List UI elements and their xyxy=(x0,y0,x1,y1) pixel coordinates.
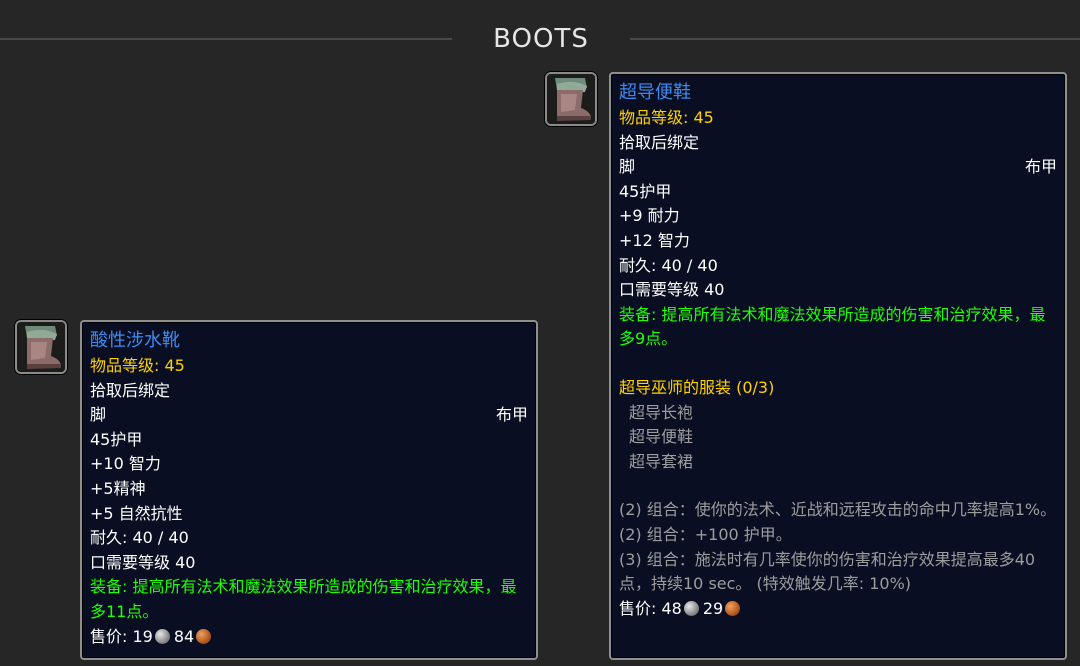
item-level: 物品等级: 45 xyxy=(619,108,714,127)
durability: 耐久: 40 / 40 xyxy=(619,255,718,275)
item-name[interactable]: 超导便鞋 xyxy=(619,80,1057,106)
item-tooltip: 酸性涉水靴 物品等级: 45 拾取后绑定 脚 布甲 45护甲 +10 智力 +5… xyxy=(80,320,538,660)
stat-line: +5 自然抗性 xyxy=(90,503,183,523)
set-piece[interactable]: 超导套裙 xyxy=(619,450,1057,475)
sell-price: 售价: 48 29 xyxy=(619,597,1057,622)
sell-silver-amount: 48 xyxy=(661,598,682,618)
set-piece[interactable]: 超导长袍 xyxy=(619,401,1057,426)
cloth-boots-icon[interactable] xyxy=(545,72,597,126)
header-divider-left xyxy=(0,38,452,40)
slot-row: 脚 布甲 xyxy=(90,403,528,428)
set-bonus: (2) 组合：使你的法术、近战和远程攻击的命中几率提高1%。 xyxy=(619,500,1057,520)
set-name[interactable]: 超导巫师的服装 (0/3) xyxy=(619,376,1057,401)
stat-line: +10 智力 xyxy=(90,454,161,474)
sell-price-label: 售价: xyxy=(619,598,662,618)
copper-coin-icon xyxy=(725,600,741,616)
sell-silver-amount: 19 xyxy=(132,626,153,646)
set-piece[interactable]: 超导便鞋 xyxy=(619,425,1057,450)
armor-type-label: 布甲 xyxy=(1024,157,1057,177)
durability: 耐久: 40 / 40 xyxy=(90,528,189,548)
item-name[interactable]: 酸性涉水靴 xyxy=(90,328,528,354)
armor-value: 45护甲 xyxy=(619,181,672,201)
sell-copper-amount: 29 xyxy=(702,598,724,618)
equip-effect: 装备: 提高所有法术和魔法效果所造成的伤害和治疗效果，最多11点。 xyxy=(90,577,517,621)
slot-row: 脚 布甲 xyxy=(619,155,1057,180)
sell-price: 售价: 19 84 xyxy=(90,625,528,650)
required-level: 口需要等级 40 xyxy=(90,552,196,572)
silver-coin-icon xyxy=(683,600,699,616)
silver-coin-icon xyxy=(154,628,170,644)
bind-type: 拾取后绑定 xyxy=(619,132,700,152)
equip-effect: 装备: 提高所有法术和魔法效果所造成的伤害和治疗效果，最多9点。 xyxy=(619,304,1046,349)
item-level: 物品等级: 45 xyxy=(90,356,185,375)
required-level: 口需要等级 40 xyxy=(619,280,725,300)
header-divider-right xyxy=(630,38,1080,40)
item-tooltip: 超导便鞋 物品等级: 45 拾取后绑定 脚 布甲 45护甲 +9 耐力 +12 … xyxy=(609,72,1067,660)
armor-value: 45护甲 xyxy=(90,429,143,449)
cloth-boots-icon[interactable] xyxy=(15,320,67,374)
set-bonus: (2) 组合：+100 护甲。 xyxy=(619,524,792,544)
sell-price-label: 售价: xyxy=(90,626,133,646)
section-title: BOOTS xyxy=(493,24,589,54)
stat-line: +5精神 xyxy=(90,478,146,498)
bind-type: 拾取后绑定 xyxy=(90,380,171,400)
slot-label: 脚 xyxy=(619,157,636,177)
stat-line: +9 耐力 xyxy=(619,206,680,226)
copper-coin-icon xyxy=(196,628,212,644)
armor-type-label: 布甲 xyxy=(495,405,528,425)
section-header: BOOTS xyxy=(0,22,1080,56)
sell-copper-amount: 84 xyxy=(173,626,195,646)
set-bonus: (3) 组合：施法时有几率使你的伤害和治疗效果提高最多40点，持续10 sec。… xyxy=(619,549,1036,594)
stat-line: +12 智力 xyxy=(619,230,690,250)
slot-label: 脚 xyxy=(90,405,107,425)
